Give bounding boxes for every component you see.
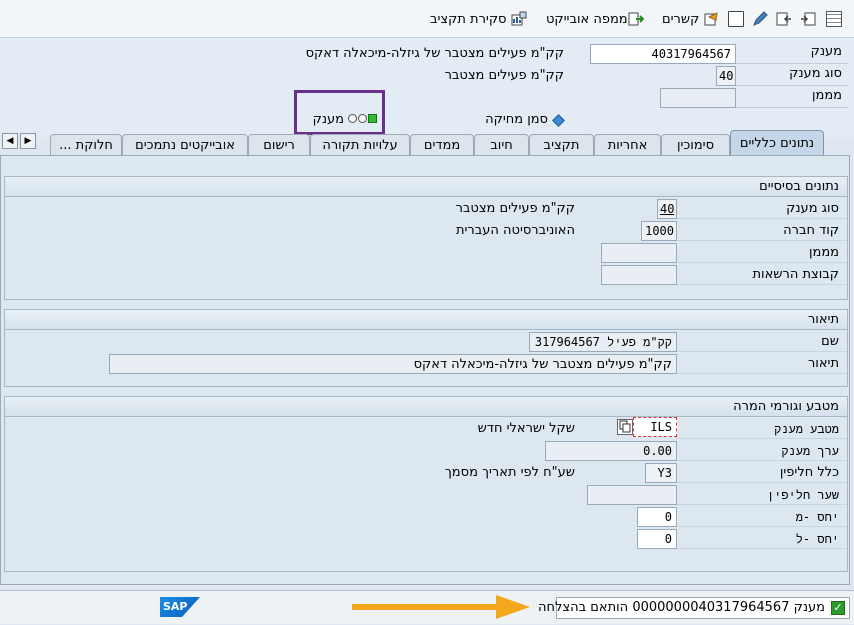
from-ratio-label: יחס -מ — [675, 507, 847, 527]
tab-distribution[interactable]: חלוקת ... — [50, 134, 122, 156]
name-label: שם — [675, 332, 847, 352]
delete-flag-icon — [552, 114, 565, 127]
customer-description: קק"מ פעילים מצטבר של גיזלה-מיכאלה דאקס — [305, 46, 564, 61]
customer-field[interactable] — [590, 44, 736, 64]
currency-field[interactable] — [633, 417, 677, 437]
tab-supported-objects[interactable]: אובייקטים נתמכים — [122, 134, 248, 156]
currency-label: מטבע מענק — [675, 419, 847, 439]
auth-group-field[interactable] — [601, 265, 677, 285]
edit-pencil-icon[interactable] — [752, 11, 768, 27]
description-group: תיאור שם תיאור — [4, 309, 848, 387]
to-ratio-field[interactable] — [637, 529, 677, 549]
object-map-button[interactable]: ממפה אובייקט — [546, 9, 628, 29]
annotation-arrow-icon — [352, 595, 530, 619]
new-document-icon[interactable] — [728, 11, 744, 27]
basic-data-group: נתונים בסיסיים סוג מענק קק"מ פעילים מצטב… — [4, 176, 848, 300]
from-ratio-field[interactable] — [637, 507, 677, 527]
tab-scroll-left-icon[interactable]: ◀ — [2, 133, 18, 149]
currency-description: שקל ישראלי חדש — [477, 421, 575, 436]
status-message-box: ✓ מענק 0000000040317964567 הותאם בהצלחה — [538, 597, 850, 619]
type-description: קק"מ פעילים מצטבר — [444, 68, 564, 83]
tab-strip: ◀ ▶ נתונים כלליים סימוכין אחריות תקציב ח… — [0, 130, 854, 156]
basic-type-label: סוג מענק — [675, 199, 847, 219]
exchange-rule-label: כלל חליפין — [675, 463, 847, 483]
tab-posting[interactable]: רישום — [248, 134, 310, 156]
tab-billing[interactable]: חיוב — [474, 134, 529, 156]
relationships-button[interactable]: קשרים — [662, 9, 699, 29]
exchange-rule-description: שע"ח לפי תאריך מסמך — [444, 465, 575, 480]
company-description: האוניברסיטה העברית — [455, 223, 575, 238]
object-map-icon[interactable] — [628, 11, 645, 27]
status-message: מענק 0000000040317964567 הותאם בהצלחה — [538, 600, 825, 615]
tab-dimensions[interactable]: ממדים — [410, 134, 474, 156]
object-map-label: ממפה אובייקט — [546, 11, 628, 27]
auth-group-label: קבוצת הרשאות — [675, 265, 847, 285]
type-label: סוג מענק — [736, 66, 848, 86]
company-code-field[interactable] — [641, 221, 677, 241]
grant-value-field[interactable] — [545, 441, 677, 461]
to-ratio-label: יחס -ל — [675, 529, 847, 549]
currency-title: מטבע וגורמי המרה — [5, 397, 847, 417]
desc-label: תיאור — [675, 354, 847, 374]
sap-logo: SAP — [160, 597, 200, 617]
copy-icon[interactable] — [617, 419, 633, 435]
funder-field[interactable] — [660, 88, 736, 108]
exchange-rate-field[interactable] — [587, 485, 677, 505]
basic-funder-field[interactable] — [601, 243, 677, 263]
budget-review-button[interactable]: סקירת תקציב — [430, 9, 506, 29]
basic-funder-label: מממן — [675, 243, 847, 263]
status-bar: SAP ✓ מענק 0000000040317964567 הותאם בהצ… — [0, 590, 854, 624]
forward-doc-icon[interactable] — [800, 11, 816, 27]
desc-field[interactable] — [109, 354, 677, 374]
company-code-label: קוד חברה — [675, 221, 847, 241]
tab-content-area: נתונים בסיסיים סוג מענק קק"מ פעילים מצטב… — [0, 155, 850, 585]
budget-review-icon[interactable] — [511, 11, 527, 27]
grant-value-label: ערך מענק — [675, 441, 847, 461]
tab-references[interactable]: סימוכין — [661, 134, 730, 156]
customer-label: מענק — [736, 44, 848, 64]
exchange-rule-field[interactable] — [645, 463, 677, 483]
tab-scroll-right-icon[interactable]: ▶ — [20, 133, 36, 149]
tab-overhead-costs[interactable]: עלויות תקורה — [310, 134, 410, 156]
basic-data-title: נתונים בסיסיים — [5, 177, 847, 197]
application-toolbar: קשרים ממפה אובייקט סקירת תקציב — [0, 0, 854, 38]
back-doc-icon[interactable] — [776, 11, 792, 27]
description-title: תיאור — [5, 310, 847, 330]
funder-label: מממן — [736, 88, 848, 108]
basic-type-description: קק"מ פעילים מצטבר — [455, 201, 575, 216]
tab-responsibility[interactable]: אחריות — [594, 134, 661, 156]
header-panel: מענק קק"מ פעילים מצטבר של גיזלה-מיכאלה ד… — [0, 38, 854, 138]
currency-group: מטבע וגורמי המרה מטבע מענק שקל ישראלי חד… — [4, 396, 848, 572]
name-field[interactable] — [529, 332, 677, 352]
status-label: מענק — [312, 112, 344, 127]
type-field[interactable] — [716, 66, 736, 86]
relationships-label: קשרים — [662, 11, 700, 27]
basic-type-field[interactable] — [657, 199, 677, 219]
table-view-icon[interactable] — [826, 11, 842, 27]
relationships-icon[interactable] — [703, 11, 719, 27]
exchange-rate-label: שער חליפין — [675, 485, 847, 505]
tab-general-data[interactable]: נתונים כלליים — [730, 130, 824, 156]
budget-review-label: סקירת תקציב — [430, 11, 507, 27]
tab-budget[interactable]: תקציב — [529, 134, 594, 156]
status-lights-icon — [348, 114, 377, 123]
delete-flag-label: סמן מחיקה — [485, 112, 548, 127]
success-check-icon: ✓ — [831, 601, 845, 615]
